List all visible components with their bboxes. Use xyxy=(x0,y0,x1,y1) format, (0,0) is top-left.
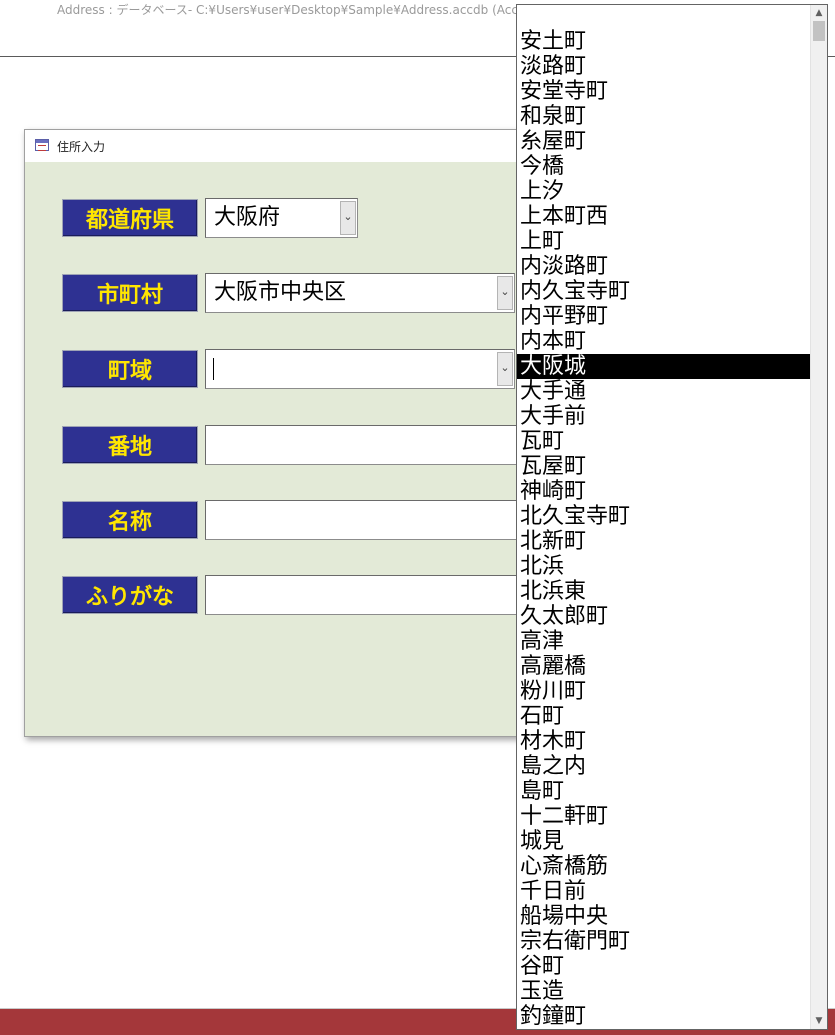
dropdown-option[interactable]: 北久宝寺町 xyxy=(517,504,810,529)
window-title: Address : データベース- C:¥Users¥user¥Desktop¥… xyxy=(57,3,538,17)
dropdown-option[interactable]: 糸屋町 xyxy=(517,129,810,154)
prefecture-value: 大阪府 xyxy=(214,205,281,230)
dropdown-option[interactable]: 上汐 xyxy=(517,179,810,204)
form-icon xyxy=(35,139,49,151)
dropdown-option[interactable]: 大手前 xyxy=(517,404,810,429)
prefecture-combobox[interactable]: 大阪府 ⌄ xyxy=(205,198,358,238)
dropdown-option[interactable]: 船場中央 xyxy=(517,904,810,929)
dropdown-option[interactable]: 城見 xyxy=(517,829,810,854)
dropdown-option[interactable]: 久太郎町 xyxy=(517,604,810,629)
dropdown-option[interactable]: 釣鐘町 xyxy=(517,1004,810,1029)
dropdown-option[interactable]: 上本町西 xyxy=(517,204,810,229)
label-address-number: 番地 xyxy=(62,426,198,464)
dropdown-option[interactable]: 和泉町 xyxy=(517,104,810,129)
scroll-down-icon[interactable]: ▼ xyxy=(811,1014,827,1028)
town-combobox[interactable]: ⌄ xyxy=(205,349,515,389)
town-options: 安土町 淡路町 安堂寺町 和泉町 糸屋町 今橋 上汐 上本町西 上町 内淡路町 内久宝寺町 内平野町内… xyxy=(517,29,810,1029)
form-title: 住所入力 xyxy=(57,140,106,154)
scroll-thumb[interactable] xyxy=(813,21,825,41)
town-dropdown-list[interactable]: 安土町 淡路町 安堂寺町 和泉町 糸屋町 今橋 上汐 上本町西 上町 内淡路町 内久宝寺町 内平野町内… xyxy=(516,4,828,1030)
dropdown-option[interactable]: 内淡路町 xyxy=(517,254,810,279)
city-combobox[interactable]: 大阪市中央区 ⌄ xyxy=(205,273,515,313)
dropdown-option[interactable]: 淡路町 xyxy=(517,54,810,79)
chevron-down-icon: ⌄ xyxy=(343,210,353,223)
text-cursor xyxy=(213,358,214,380)
chevron-down-icon: ⌄ xyxy=(500,361,510,374)
dropdown-option[interactable]: 安堂寺町 xyxy=(517,79,810,104)
form-body: 都道府県 大阪府 ⌄ 市町村 大阪市中央区 ⌄ 町域 ⌄ 番地 名称 ふりがな xyxy=(25,162,545,736)
dropdown-option[interactable]: 内平野町 xyxy=(517,304,810,329)
furigana-input[interactable] xyxy=(205,575,535,615)
label-city: 市町村 xyxy=(62,274,198,312)
dropdown-option[interactable]: 十二軒町 xyxy=(517,804,810,829)
dropdown-option[interactable]: 北浜東 xyxy=(517,579,810,604)
dropdown-option[interactable]: 大阪城 xyxy=(517,354,810,379)
prefecture-dropdown-button[interactable]: ⌄ xyxy=(340,201,356,235)
name-input[interactable] xyxy=(205,500,535,540)
label-furigana: ふりがな xyxy=(62,576,198,614)
dropdown-option[interactable]: 宗右衛門町 xyxy=(517,929,810,954)
dropdown-option[interactable]: 島町 xyxy=(517,779,810,804)
dropdown-option[interactable]: 大手通 xyxy=(517,379,810,404)
chevron-down-icon: ⌄ xyxy=(500,285,510,298)
dropdown-option[interactable]: 瓦屋町 xyxy=(517,454,810,479)
dropdown-option[interactable]: 高津 xyxy=(517,629,810,654)
dropdown-option[interactable]: 北浜 xyxy=(517,554,810,579)
address-number-input[interactable] xyxy=(205,425,535,465)
dropdown-option[interactable]: 石町 xyxy=(517,704,810,729)
label-prefecture: 都道府県 xyxy=(62,199,198,237)
dropdown-option[interactable]: 島之内 xyxy=(517,754,810,779)
dropdown-option[interactable]: 粉川町 xyxy=(517,679,810,704)
label-town: 町域 xyxy=(62,350,198,388)
dropdown-scrollbar[interactable]: ▲ ▼ xyxy=(810,5,827,1029)
dropdown-option[interactable]: 内久宝寺町 xyxy=(517,279,810,304)
access-window: Address : データベース- C:¥Users¥user¥Desktop¥… xyxy=(0,0,835,1035)
form-title-bar[interactable]: 住所入力 xyxy=(25,130,545,162)
dropdown-option[interactable]: 北新町 xyxy=(517,529,810,554)
dropdown-option[interactable]: 谷町 xyxy=(517,954,810,979)
scroll-up-icon[interactable]: ▲ xyxy=(811,6,827,20)
dropdown-option[interactable]: 高麗橋 xyxy=(517,654,810,679)
dropdown-option[interactable]: 今橋 xyxy=(517,154,810,179)
dropdown-option[interactable]: 神崎町 xyxy=(517,479,810,504)
dropdown-option[interactable]: 玉造 xyxy=(517,979,810,1004)
dropdown-option[interactable]: 安土町 xyxy=(517,29,810,54)
label-name: 名称 xyxy=(62,501,198,539)
dropdown-option[interactable]: 材木町 xyxy=(517,729,810,754)
dropdown-option[interactable]: 瓦町 xyxy=(517,429,810,454)
city-value: 大阪市中央区 xyxy=(214,280,347,305)
town-dropdown-button[interactable]: ⌄ xyxy=(497,352,513,386)
address-form-window: 住所入力 都道府県 大阪府 ⌄ 市町村 大阪市中央区 ⌄ 町域 ⌄ 番地 名称 … xyxy=(24,129,546,737)
dropdown-option[interactable]: 心斎橋筋 xyxy=(517,854,810,879)
dropdown-option[interactable]: 内本町 xyxy=(517,329,810,354)
dropdown-option[interactable]: 上町 xyxy=(517,229,810,254)
dropdown-option[interactable]: 千日前 xyxy=(517,879,810,904)
city-dropdown-button[interactable]: ⌄ xyxy=(497,276,513,310)
